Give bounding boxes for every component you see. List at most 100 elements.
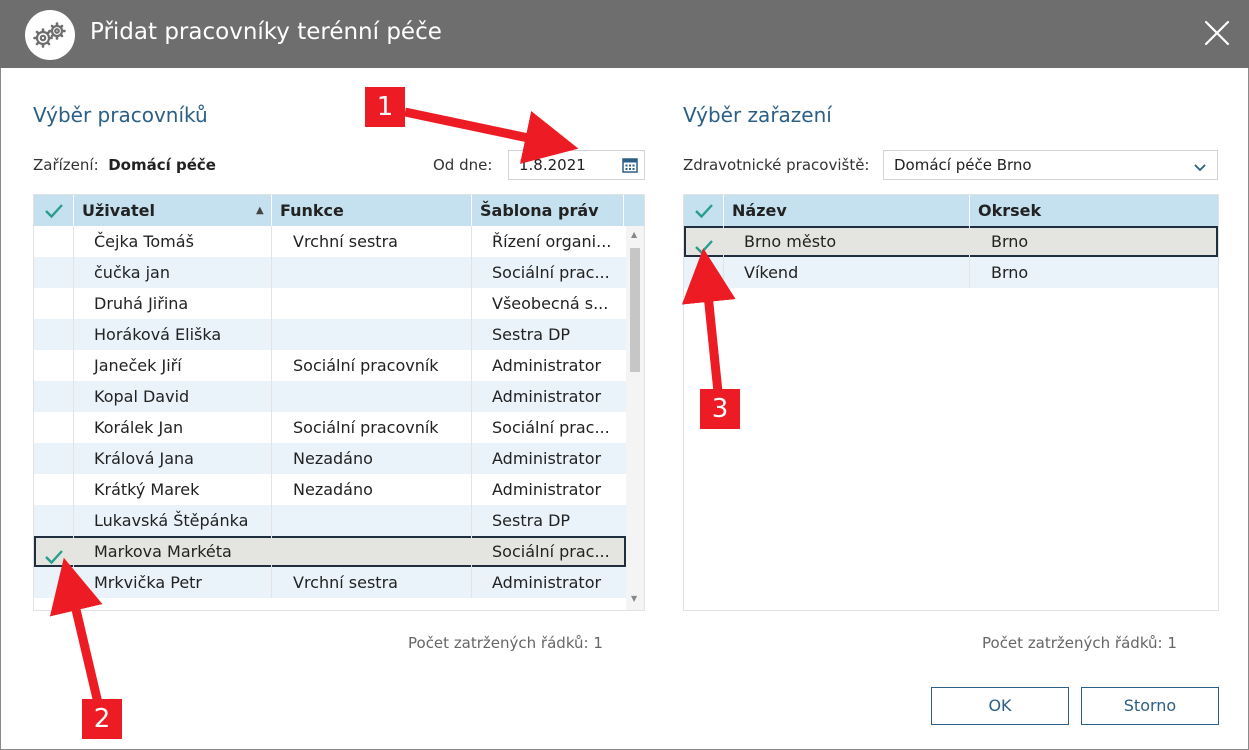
- header-filler: [624, 195, 644, 226]
- check-icon: [44, 544, 64, 567]
- cell-rights-template: Všeobecná s...: [492, 294, 609, 313]
- row-checkbox[interactable]: [34, 443, 74, 474]
- cell-user: Čejka Tomáš: [74, 226, 272, 257]
- cell-user: Králová Jana: [74, 443, 272, 474]
- workers-section-title: Výběr pracovníků: [33, 103, 208, 127]
- row-checkbox[interactable]: [34, 381, 74, 412]
- check-icon: [694, 234, 714, 257]
- row-checkbox[interactable]: [684, 257, 724, 288]
- row-checkbox[interactable]: [34, 288, 74, 319]
- table-row[interactable]: Králová Jana Nezadáno Administrator: [34, 443, 626, 474]
- column-header-user-label: Uživatel: [82, 201, 155, 220]
- scroll-up-icon[interactable]: ▲: [631, 230, 637, 239]
- column-header-user[interactable]: Uživatel ▲: [74, 195, 272, 226]
- placement-section-title: Výběr zařazení: [683, 103, 832, 127]
- table-row[interactable]: Víkend Brno: [684, 257, 1218, 288]
- table-row[interactable]: Čejka Tomáš Vrchní sestra Řízení organi...: [34, 226, 626, 257]
- table-row[interactable]: Markova Markéta Sociální prac...: [34, 536, 626, 567]
- sort-ascending-icon: ▲: [256, 205, 264, 216]
- row-checkbox[interactable]: [34, 474, 74, 505]
- cell-rights-template: Sociální prac...: [492, 542, 610, 561]
- cell-rights-template: Administrator: [492, 356, 602, 375]
- cell-name: Brno město: [724, 226, 970, 257]
- cell-rights-template: Administrator: [492, 387, 602, 406]
- check-icon: [695, 204, 713, 219]
- row-checkbox[interactable]: [34, 567, 74, 598]
- header-check-column[interactable]: [684, 195, 724, 226]
- placement-grid-header: Název Okrsek: [684, 195, 1218, 226]
- column-header-rights-template[interactable]: Šablona práv: [472, 195, 624, 226]
- row-checkbox[interactable]: [34, 226, 74, 257]
- cell-rights-template: Administrator: [492, 480, 602, 499]
- workers-scrollbar-thumb[interactable]: [630, 248, 640, 372]
- table-row[interactable]: Lukavská Štěpánka Sestra DP: [34, 505, 626, 536]
- cell-rights-template: Řízení organi...: [492, 232, 612, 251]
- from-date-field[interactable]: 1.8.2021: [508, 150, 645, 180]
- gears-icon: [25, 10, 75, 60]
- header-check-column[interactable]: [34, 195, 74, 226]
- cell-rights-template: Sestra DP: [492, 511, 571, 530]
- cell-rights-template: Administrator: [492, 573, 602, 592]
- row-checkbox[interactable]: [34, 536, 74, 567]
- cell-function: Vrchní sestra: [272, 226, 472, 257]
- cell-user: Krátký Marek: [74, 474, 272, 505]
- cell-function: Vrchní sestra: [272, 567, 472, 598]
- cell-user: Korálek Jan: [74, 412, 272, 443]
- cell-rights-template: Administrator: [492, 449, 602, 468]
- workers-grid-header: Uživatel ▲ Funkce Šablona práv: [34, 195, 644, 226]
- window-title: Přidat pracovníky terénní péče: [90, 19, 442, 45]
- table-row[interactable]: čučka jan Sociální prac...: [34, 257, 626, 288]
- row-checkbox[interactable]: [34, 257, 74, 288]
- chevron-down-icon: [1193, 159, 1207, 178]
- column-header-function[interactable]: Funkce: [272, 195, 472, 226]
- placement-grid: Název Okrsek Brno město Brno Víkend Brno: [683, 194, 1219, 611]
- workers-checked-count: Počet zatržených řádků: 1: [408, 634, 603, 652]
- row-checkbox[interactable]: [34, 505, 74, 536]
- cell-user: Lukavská Štěpánka: [74, 505, 272, 536]
- ok-button[interactable]: OK: [931, 687, 1069, 725]
- row-checkbox[interactable]: [34, 319, 74, 350]
- from-date-label: Od dne:: [433, 156, 493, 174]
- calendar-icon[interactable]: [622, 157, 638, 177]
- cell-function: [272, 319, 472, 350]
- placement-checked-count: Počet zatržených řádků: 1: [982, 634, 1177, 652]
- cancel-button[interactable]: Storno: [1081, 687, 1219, 725]
- column-header-name[interactable]: Název: [724, 195, 970, 226]
- column-header-district[interactable]: Okrsek: [970, 195, 1218, 226]
- cell-user: Janeček Jiří: [74, 350, 272, 381]
- from-date-value: 1.8.2021: [519, 156, 586, 174]
- cell-name: Víkend: [724, 257, 970, 288]
- cell-function: [272, 505, 472, 536]
- workplace-label: Zdravotnické pracoviště:: [683, 156, 870, 174]
- table-row[interactable]: Brno město Brno: [684, 226, 1218, 257]
- close-icon[interactable]: [1202, 18, 1232, 48]
- cell-district: Brno: [991, 232, 1029, 251]
- workers-scrollbar[interactable]: ▲ ▼: [626, 226, 644, 610]
- cell-user: Horáková Eliška: [74, 319, 272, 350]
- row-checkbox[interactable]: [34, 350, 74, 381]
- cell-function: [272, 536, 472, 567]
- row-checkbox[interactable]: [684, 226, 724, 257]
- facility-value: Domácí péče: [108, 156, 216, 174]
- facility-label: Zařízení: Domácí péče: [33, 156, 216, 174]
- table-row[interactable]: Janeček Jiří Sociální pracovník Administra…: [34, 350, 626, 381]
- table-row[interactable]: Druhá Jiřina Všeobecná s...: [34, 288, 626, 319]
- table-row[interactable]: Horáková Eliška Sestra DP: [34, 319, 626, 350]
- row-checkbox[interactable]: [34, 412, 74, 443]
- scroll-down-icon[interactable]: ▼: [631, 594, 637, 603]
- cell-function: [272, 288, 472, 319]
- cell-user: Markova Markéta: [74, 536, 272, 567]
- cell-user: Mrkvička Petr: [74, 567, 272, 598]
- facility-label-text: Zařízení:: [33, 156, 99, 174]
- workers-grid: Uživatel ▲ Funkce Šablona práv Čejka Tom…: [33, 194, 645, 611]
- table-row[interactable]: Korálek Jan Sociální pracovník Sociální pr…: [34, 412, 626, 443]
- cell-function: Sociální pracovník: [272, 350, 472, 381]
- check-icon: [45, 204, 63, 219]
- cell-user: Druhá Jiřina: [74, 288, 272, 319]
- cell-user: Kopal David: [74, 381, 272, 412]
- workplace-select[interactable]: Domácí péče Brno: [883, 150, 1218, 180]
- table-row[interactable]: Kopal David Administrator: [34, 381, 626, 412]
- table-row[interactable]: Krátký Marek Nezadáno Administrator: [34, 474, 626, 505]
- cell-function: [272, 257, 472, 288]
- table-row[interactable]: Mrkvička Petr Vrchní sestra Administrator: [34, 567, 626, 598]
